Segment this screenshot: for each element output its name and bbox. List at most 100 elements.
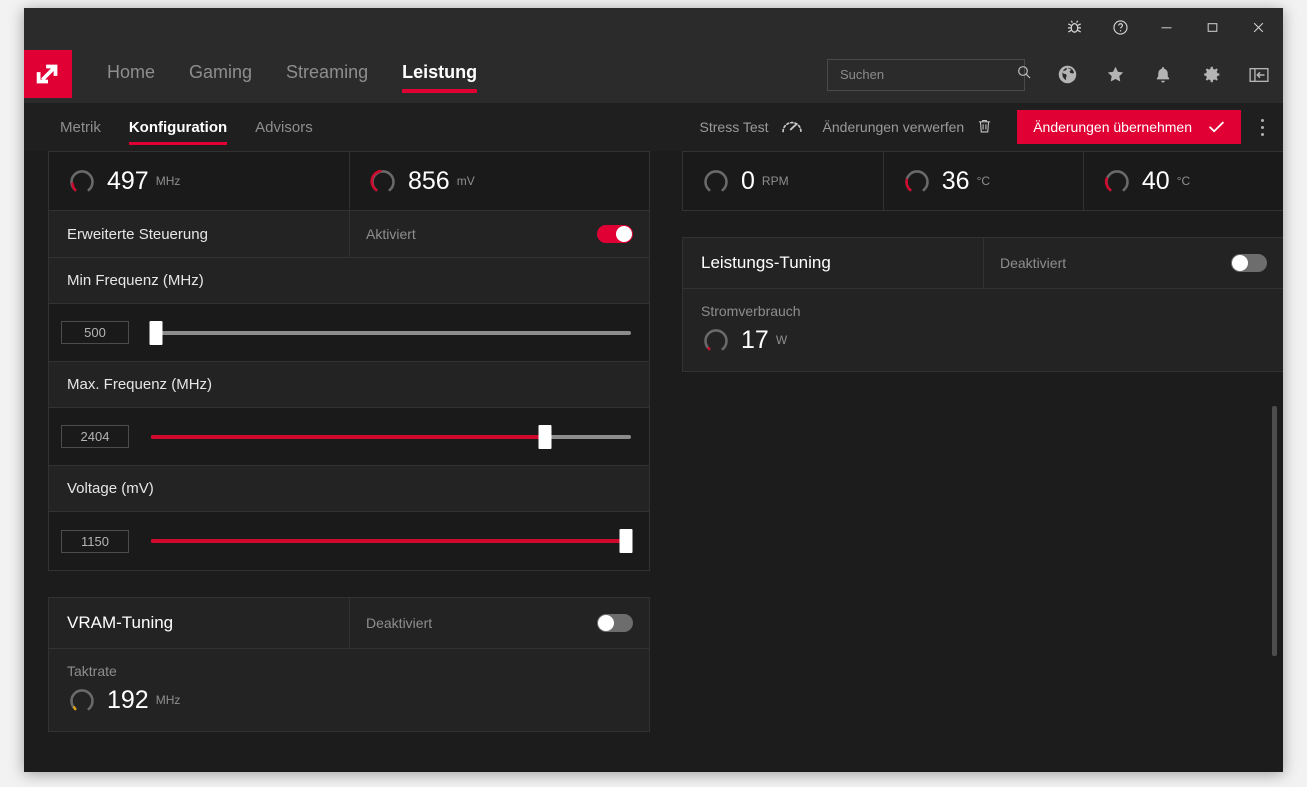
max-frequency-slider[interactable] xyxy=(151,424,631,449)
globe-icon[interactable] xyxy=(1043,51,1091,99)
minimize-icon[interactable] xyxy=(1143,8,1189,46)
gpu-tuning-card: 497 MHz 856 mV Erweiterte Steuerung Akti… xyxy=(48,151,650,571)
gpu-voltage-gauge-icon xyxy=(368,166,398,196)
maximize-icon[interactable] xyxy=(1189,8,1235,46)
advanced-control-label-cell: Erweiterte Steuerung xyxy=(49,211,349,257)
power-consumption-value: 17 xyxy=(741,325,769,354)
apply-changes-button[interactable]: Änderungen übernehmen xyxy=(1017,110,1241,144)
sub-navigation: Metrik Konfiguration Advisors Stress Tes… xyxy=(24,103,1283,151)
fan-speed-gauge-icon xyxy=(701,166,731,196)
content-scrollbar[interactable] xyxy=(1272,151,1277,772)
panel-collapse-icon[interactable] xyxy=(1235,51,1283,99)
voltage-value-input[interactable]: 1150 xyxy=(61,529,129,553)
tab-advisors[interactable]: Advisors xyxy=(241,103,327,151)
vram-tuning-toggle[interactable] xyxy=(597,614,633,632)
vram-metric-label: Taktrate xyxy=(67,663,117,679)
min-frequency-slider[interactable] xyxy=(149,320,631,345)
more-options-button[interactable] xyxy=(1241,103,1283,151)
help-icon[interactable] xyxy=(1097,8,1143,46)
power-state-cell: Deaktiviert xyxy=(983,238,1283,288)
min-frequency-label: Min Frequenz (MHz) xyxy=(49,258,649,304)
hotspot-temp-gauge-icon xyxy=(1102,166,1132,196)
nav-item-gaming[interactable]: Gaming xyxy=(172,59,269,93)
amd-logo-icon[interactable] xyxy=(24,50,72,98)
max-frequency-slider-row: 2404 xyxy=(49,408,649,466)
max-frequency-fill xyxy=(151,434,545,439)
voltage-label: Voltage (mV) xyxy=(49,466,649,512)
vram-clock-gauge-icon xyxy=(67,685,97,715)
fan-speed-unit: RPM xyxy=(761,174,789,188)
gpu-voltage-unit: mV xyxy=(456,174,475,188)
max-frequency-label: Max. Frequenz (MHz) xyxy=(49,362,649,408)
radeon-software-window: Home Gaming Streaming Leistung Suchen Me… xyxy=(24,8,1283,772)
debug-icon[interactable] xyxy=(1051,8,1097,46)
nav-item-streaming[interactable]: Streaming xyxy=(269,59,385,93)
hotspot-temp-unit: °C xyxy=(1176,174,1191,188)
nav-item-home[interactable]: Home xyxy=(90,59,172,93)
power-consumption-gauge-icon xyxy=(701,325,731,355)
voltage-slider-row: 1150 xyxy=(49,512,649,570)
star-icon[interactable] xyxy=(1091,51,1139,99)
vram-tuning-state: Deaktiviert xyxy=(366,615,433,631)
vram-clock-value: 192 xyxy=(107,685,149,714)
check-icon xyxy=(1208,120,1225,134)
gpu-temp-cell: 36 °C xyxy=(882,152,1083,210)
power-consumption-unit: W xyxy=(775,333,788,347)
hotspot-temp-value: 40 xyxy=(1141,166,1170,195)
min-frequency-slider-row: 500 xyxy=(49,304,649,362)
scrollbar-thumb[interactable] xyxy=(1272,406,1277,656)
gpu-voltage-gauge-cell: 856 mV xyxy=(349,152,649,210)
min-frequency-track xyxy=(151,330,631,335)
vram-state-cell: Deaktiviert xyxy=(349,598,649,648)
gpu-gauges-row: 497 MHz 856 mV xyxy=(49,152,649,211)
power-tuning-card: Leistungs-Tuning Deaktiviert Stromverbra… xyxy=(682,237,1283,372)
right-column: 0 RPM 36 °C 40 °C Leistungs-Tuning Deakt… xyxy=(682,151,1283,758)
columns: 497 MHz 856 mV Erweiterte Steuerung Akti… xyxy=(24,151,1283,758)
search-icon[interactable] xyxy=(1016,64,1032,85)
advanced-control-label: Erweiterte Steuerung xyxy=(67,225,208,243)
gpu-clock-unit: MHz xyxy=(155,174,181,188)
gpu-clock-gauge-cell: 497 MHz xyxy=(49,152,349,210)
tab-metrik[interactable]: Metrik xyxy=(46,103,115,151)
content-area: 497 MHz 856 mV Erweiterte Steuerung Akti… xyxy=(24,151,1283,772)
max-frequency-value-input[interactable]: 2404 xyxy=(61,425,129,448)
advanced-control-row: Erweiterte Steuerung Aktiviert xyxy=(49,211,649,258)
advanced-control-state: Aktiviert xyxy=(366,226,416,242)
close-icon[interactable] xyxy=(1235,8,1281,46)
bell-icon[interactable] xyxy=(1139,51,1187,99)
search-input[interactable] xyxy=(840,67,1016,82)
vram-tuning-card: VRAM-Tuning Deaktiviert Taktrate 192 MHz xyxy=(48,597,650,732)
voltage-thumb[interactable] xyxy=(619,529,633,553)
power-metric-body: Stromverbrauch 17 W xyxy=(683,289,1283,371)
power-metric-label: Stromverbrauch xyxy=(701,303,801,319)
status-gauges-card: 0 RPM 36 °C 40 °C xyxy=(682,151,1283,211)
max-frequency-thumb[interactable] xyxy=(538,424,552,449)
discard-changes-button[interactable]: Änderungen verwerfen xyxy=(813,110,1004,144)
kebab-icon xyxy=(1260,117,1264,138)
nav-items: Home Gaming Streaming Leistung xyxy=(90,46,494,103)
nav-item-leistung[interactable]: Leistung xyxy=(385,59,494,93)
gpu-temp-gauge-icon xyxy=(902,166,932,196)
discard-changes-label: Änderungen verwerfen xyxy=(822,119,965,135)
vram-tuning-title: VRAM-Tuning xyxy=(67,613,174,632)
gpu-clock-gauge-icon xyxy=(67,166,97,196)
hotspot-temp-cell: 40 °C xyxy=(1082,152,1283,210)
title-bar xyxy=(24,8,1283,46)
advanced-control-toggle[interactable] xyxy=(597,225,633,243)
vram-header-row: VRAM-Tuning Deaktiviert xyxy=(49,598,649,649)
power-header-row: Leistungs-Tuning Deaktiviert xyxy=(683,238,1283,289)
voltage-slider[interactable] xyxy=(151,529,633,553)
left-column: 497 MHz 856 mV Erweiterte Steuerung Akti… xyxy=(48,151,650,758)
min-frequency-value-input[interactable]: 500 xyxy=(61,321,129,344)
tab-konfiguration[interactable]: Konfiguration xyxy=(115,103,241,151)
vram-metric-body: Taktrate 192 MHz xyxy=(49,649,649,731)
stress-test-button[interactable]: Stress Test xyxy=(690,110,813,144)
status-gauges-row: 0 RPM 36 °C 40 °C xyxy=(683,152,1283,210)
subnav-actions: Stress Test Änderungen verwerfen Änderun… xyxy=(690,103,1283,151)
gpu-temp-value: 36 xyxy=(941,166,970,195)
gear-icon[interactable] xyxy=(1187,51,1235,99)
search-box[interactable] xyxy=(827,58,1031,91)
power-tuning-toggle[interactable] xyxy=(1231,254,1267,272)
min-frequency-thumb[interactable] xyxy=(149,320,163,345)
speedometer-icon xyxy=(781,118,803,137)
